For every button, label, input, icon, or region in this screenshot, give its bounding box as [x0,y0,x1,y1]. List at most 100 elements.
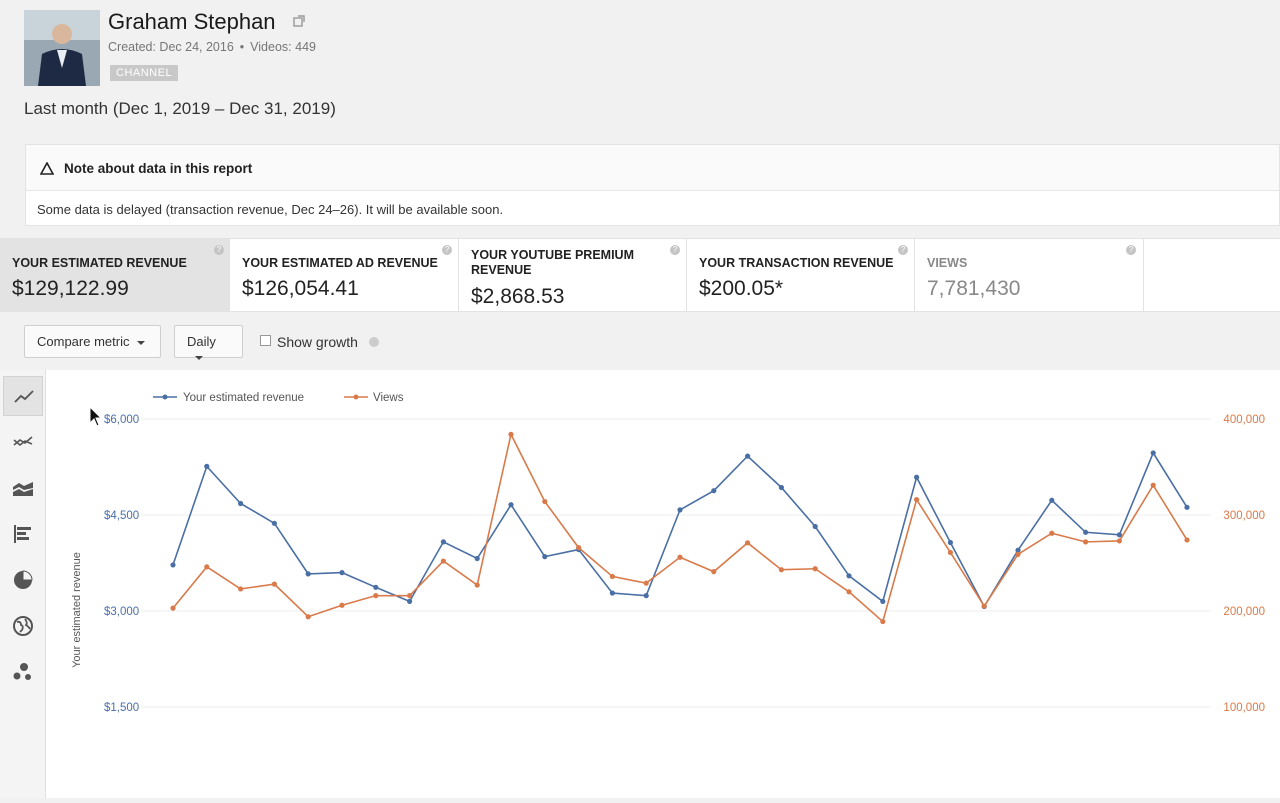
views-data-point[interactable] [576,545,582,551]
views-data-point[interactable] [880,618,886,625]
views-data-point[interactable] [238,586,244,592]
metric-card-estimated-revenue[interactable]: YOUR ESTIMATED REVENUE $129,122.99 ? [0,239,230,311]
views-data-point[interactable] [1150,482,1156,488]
revenue-data-point[interactable] [440,539,446,545]
bar-chart-button[interactable] [3,514,43,554]
views-data-point[interactable] [271,581,277,587]
pie-chart-button[interactable] [3,560,43,600]
views-data-point[interactable] [812,566,818,572]
metric-card-transaction-revenue[interactable]: YOUR TRANSACTION REVENUE $200.05* ? [687,239,915,311]
views-data-point[interactable] [609,573,616,580]
revenue-data-point[interactable] [508,502,514,508]
line-chart-button[interactable] [3,376,43,416]
views-data-point[interactable] [407,593,413,599]
views-data-point[interactable] [373,593,379,599]
revenue-series-line [172,451,1188,609]
line-chart-icon [14,390,34,403]
mouse-cursor-icon [89,406,103,427]
note-title: Note about data in this report [64,161,253,176]
revenue-data-point[interactable] [170,562,176,568]
date-range: Last month (Dec 1, 2019 – Dec 31, 2019) [24,99,336,118]
y-right-tick-label: 200,000 [1223,606,1265,618]
revenue-data-point[interactable] [542,554,548,560]
compare-metric-dropdown[interactable]: Compare metric [24,325,161,358]
metric-card-premium-revenue[interactable]: YOUR YOUTUBE PREMIUM REVENUE $2,868.53 ? [459,239,687,311]
help-icon[interactable]: ? [1126,245,1136,255]
external-link-icon[interactable] [292,14,306,28]
views-data-point[interactable] [745,540,751,546]
revenue-data-point[interactable] [812,523,818,530]
revenue-data-point[interactable] [474,555,480,562]
help-icon[interactable] [369,337,379,347]
y-right-tick-label: 100,000 [1223,702,1265,714]
y-axis-title: Your estimated revenue [71,552,83,668]
interval-dropdown[interactable]: Daily [174,325,243,360]
views-data-point[interactable] [508,431,514,437]
revenue-data-point[interactable] [677,507,683,513]
revenue-views-line-chart[interactable]: $1,500 $3,000 $4,500 $6,000 100,000 200,000 3… [46,370,1280,798]
revenue-data-point[interactable] [947,539,954,546]
views-data-point[interactable] [981,603,987,609]
views-data-point[interactable] [1015,551,1021,557]
revenue-data-point[interactable] [1049,497,1055,503]
y-right-tick-label: 400,000 [1223,414,1265,426]
views-data-point[interactable] [305,614,311,620]
views-data-point[interactable] [778,567,785,573]
channel-meta: Created: Dec 24, 2016 • Videos: 449 [108,40,316,54]
views-data-point[interactable] [1116,538,1122,544]
help-icon[interactable]: ? [442,245,452,255]
revenue-data-point[interactable] [609,590,616,596]
views-data-point[interactable] [474,582,480,588]
channel-name[interactable]: Graham Stephan [108,9,276,35]
revenue-data-point[interactable] [643,593,649,599]
revenue-data-point[interactable] [914,474,920,480]
revenue-data-point[interactable] [407,598,413,604]
views-data-point[interactable] [440,558,446,564]
y-left-tick-label: $3,000 [104,606,139,618]
views-data-point[interactable] [711,569,717,575]
revenue-data-point[interactable] [711,488,717,494]
video-count: Videos: 449 [250,40,316,54]
revenue-data-point[interactable] [745,453,751,459]
views-data-point[interactable] [1083,539,1089,545]
data-note-panel: Note about data in this report Some data… [25,144,1280,226]
revenue-data-point[interactable] [846,573,852,579]
help-icon[interactable]: ? [214,245,224,255]
revenue-data-point[interactable] [305,571,311,577]
revenue-data-point[interactable] [1083,529,1089,535]
views-data-point[interactable] [542,498,548,505]
revenue-data-point[interactable] [204,463,210,469]
note-header[interactable]: Note about data in this report [26,145,1279,191]
bubble-chart-button[interactable] [3,652,43,692]
help-icon[interactable]: ? [898,245,908,255]
views-data-point[interactable] [643,580,649,586]
multi-line-icon [13,436,33,447]
help-icon[interactable]: ? [670,245,680,255]
views-data-point[interactable] [914,497,920,503]
multi-line-chart-button[interactable] [3,422,43,462]
views-data-point[interactable] [1184,537,1190,543]
views-data-point[interactable] [339,602,345,608]
views-data-point[interactable] [677,554,683,560]
views-data-point[interactable] [846,589,852,595]
metric-card-views[interactable]: VIEWS 7,781,430 ? [915,239,1144,311]
views-data-point[interactable] [947,549,954,556]
revenue-data-point[interactable] [778,484,785,491]
show-growth-label[interactable]: Show growth [277,334,358,350]
legend-revenue: Your estimated revenue [183,392,304,404]
metric-card-ad-revenue[interactable]: YOUR ESTIMATED AD REVENUE $126,054.41 ? [230,239,459,311]
revenue-data-point[interactable] [271,520,277,526]
views-data-point[interactable] [204,564,210,570]
revenue-data-point[interactable] [373,584,379,590]
stacked-area-chart-button[interactable] [3,468,43,508]
views-data-point[interactable] [170,605,176,611]
revenue-data-point[interactable] [880,598,886,604]
globe-map-icon [13,616,33,636]
revenue-data-point[interactable] [238,500,244,507]
show-growth-checkbox[interactable] [260,335,271,346]
revenue-data-point[interactable] [339,570,345,576]
revenue-data-point[interactable] [1184,504,1190,510]
revenue-data-point[interactable] [1150,450,1156,456]
map-chart-button[interactable] [3,606,43,646]
views-data-point[interactable] [1049,530,1055,536]
